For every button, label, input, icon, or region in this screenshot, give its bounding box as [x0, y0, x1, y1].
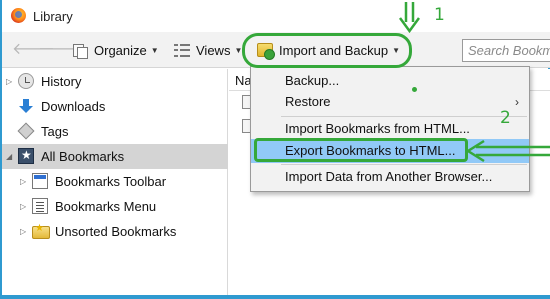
title-bar: Library: [2, 0, 550, 32]
annotation-left-arrow-icon: [465, 139, 550, 163]
menu-item-restore[interactable]: Restore ›: [251, 90, 529, 114]
twisty-expanded-icon[interactable]: ◢: [6, 153, 14, 161]
sidebar-item-label: All Bookmarks: [41, 149, 125, 164]
sidebar-item-label: Unsorted Bookmarks: [55, 224, 177, 239]
menu-item-import-other-browser[interactable]: Import Data from Another Browser...: [251, 165, 529, 189]
window-title: Library: [33, 9, 73, 24]
organize-label: Organize: [94, 42, 147, 58]
search-input[interactable]: Search Bookmarks: [462, 39, 550, 62]
menu-item-label: Backup...: [285, 73, 340, 88]
annotation-step-1: 1: [434, 5, 445, 25]
sidebar-item-downloads[interactable]: Downloads: [2, 94, 228, 119]
menu-item-label: Restore: [285, 94, 331, 109]
sidebar-item-all-bookmarks[interactable]: ◢ All Bookmarks: [2, 144, 228, 169]
views-button[interactable]: Views ▼: [174, 40, 242, 60]
sidebar-item-bookmarks-menu[interactable]: ▷ Bookmarks Menu: [2, 194, 228, 219]
sidebar-item-bookmarks-toolbar[interactable]: ▷ Bookmarks Toolbar: [2, 169, 228, 194]
views-icon: [174, 42, 190, 58]
unsorted-bookmarks-icon: [32, 223, 50, 239]
annotation-dot: [412, 87, 417, 92]
menu-item-label: Import Data from Another Browser...: [285, 169, 493, 184]
annotation-ring-import: [242, 33, 412, 68]
history-clock-icon: [18, 73, 34, 89]
annotation-ring-export: [254, 138, 468, 162]
sidebar-item-history[interactable]: ▷ History: [2, 69, 228, 94]
organize-icon: [72, 42, 88, 59]
bookmarks-menu-icon: [32, 198, 48, 214]
views-label: Views: [196, 42, 231, 58]
sidebar-item-label: Bookmarks Menu: [55, 199, 157, 214]
sidebar-item-label: Downloads: [41, 99, 106, 114]
sidebar-item-label: Tags: [41, 124, 69, 139]
sidebar-item-label: History: [41, 74, 82, 89]
download-arrow-icon: [18, 98, 34, 114]
forward-arrow-icon[interactable]: 🡒: [38, 42, 81, 58]
library-window: Library 🡐 🡒 Organize ▼ Views ▼ Import an…: [0, 0, 550, 299]
sidebar-item-tags[interactable]: Tags: [2, 119, 228, 144]
import-and-backup-menu: Backup... Restore › Import Bookmarks fro…: [250, 66, 530, 192]
all-bookmarks-star-icon: [18, 148, 34, 164]
sidebar-item-unsorted-bookmarks[interactable]: ▷ Unsorted Bookmarks: [2, 219, 228, 244]
firefox-logo-icon: [11, 8, 26, 23]
twisty-collapsed-icon[interactable]: ▷: [20, 228, 28, 236]
submenu-chevron-right-icon: ›: [515, 95, 519, 109]
twisty-collapsed-icon[interactable]: ▷: [20, 203, 28, 211]
back-arrow-icon[interactable]: 🡐: [12, 42, 55, 58]
organize-button[interactable]: Organize ▼: [72, 40, 159, 60]
menu-item-label: Import Bookmarks from HTML...: [285, 121, 470, 136]
bookmarks-toolbar-icon: [32, 173, 48, 189]
sidebar-item-label: Bookmarks Toolbar: [55, 174, 167, 189]
annotation-down-arrow-icon: [398, 2, 421, 34]
twisty-collapsed-icon[interactable]: ▷: [20, 178, 28, 186]
caret-down-icon: ▼: [150, 45, 159, 55]
tag-icon: [18, 123, 34, 139]
sidebar: ▷ History Downloads Tags ◢ All Bookmarks…: [2, 69, 228, 295]
twisty-collapsed-icon[interactable]: ▷: [6, 78, 14, 86]
annotation-step-2: 2: [500, 108, 511, 128]
